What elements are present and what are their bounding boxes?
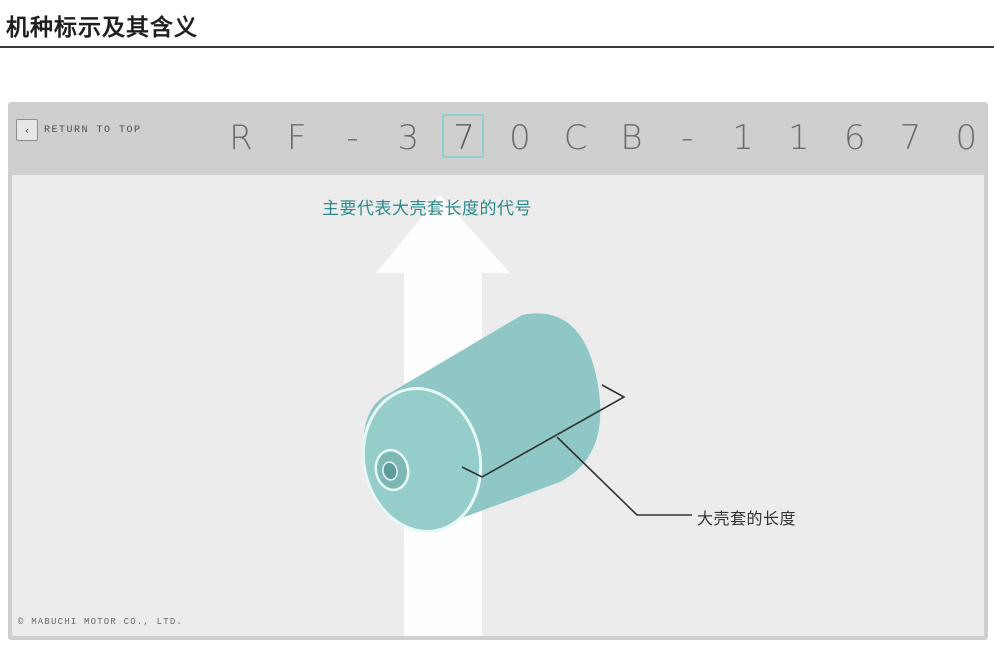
illustration-canvas: 主要代表大壳套长度的代号 大壳套的长度 © MABUCHI MOTOR CO.,… — [12, 175, 984, 636]
model-code-dash: - — [346, 118, 359, 158]
model-code-char-1[interactable]: 1 — [715, 116, 771, 160]
page-title: 机种标示及其含义 — [6, 15, 198, 41]
model-code: R F - 3 7 0 C B - 1 1 6 7 0 — [213, 114, 994, 160]
model-code-char-0[interactable]: 0 — [492, 116, 548, 160]
model-code-char-0[interactable]: 0 — [938, 116, 994, 160]
model-code-char-6[interactable]: 6 — [827, 116, 883, 160]
motor-illustration — [361, 195, 692, 636]
model-code-char-3[interactable]: 3 — [380, 116, 436, 160]
copyright: © MABUCHI MOTOR CO., LTD. — [18, 617, 184, 627]
title-divider — [0, 46, 994, 48]
model-code-char-1[interactable]: 1 — [771, 116, 827, 160]
annotation-side: 大壳套的长度 — [697, 509, 797, 528]
annotation-top: 主要代表大壳套长度的代号 — [322, 199, 532, 219]
model-code-dash: - — [681, 118, 694, 158]
model-code-viewer: ‹ RETURN TO TOP R F - 3 7 0 C B - 1 1 6 … — [8, 102, 988, 640]
return-to-top-button[interactable]: ‹ RETURN TO TOP — [16, 119, 142, 141]
motor-icon — [361, 313, 601, 533]
model-code-char-7-selected[interactable]: 7 — [436, 114, 492, 160]
model-code-char-c[interactable]: C — [548, 116, 604, 160]
model-code-char-b[interactable]: B — [604, 116, 660, 160]
model-code-char-r[interactable]: R — [213, 116, 269, 160]
model-code-char-7[interactable]: 7 — [883, 116, 939, 160]
viewer-header: ‹ RETURN TO TOP R F - 3 7 0 C B - 1 1 6 … — [8, 102, 988, 175]
return-to-top-label: RETURN TO TOP — [44, 124, 142, 136]
chevron-left-icon: ‹ — [16, 119, 38, 141]
model-code-char-f[interactable]: F — [269, 116, 325, 160]
